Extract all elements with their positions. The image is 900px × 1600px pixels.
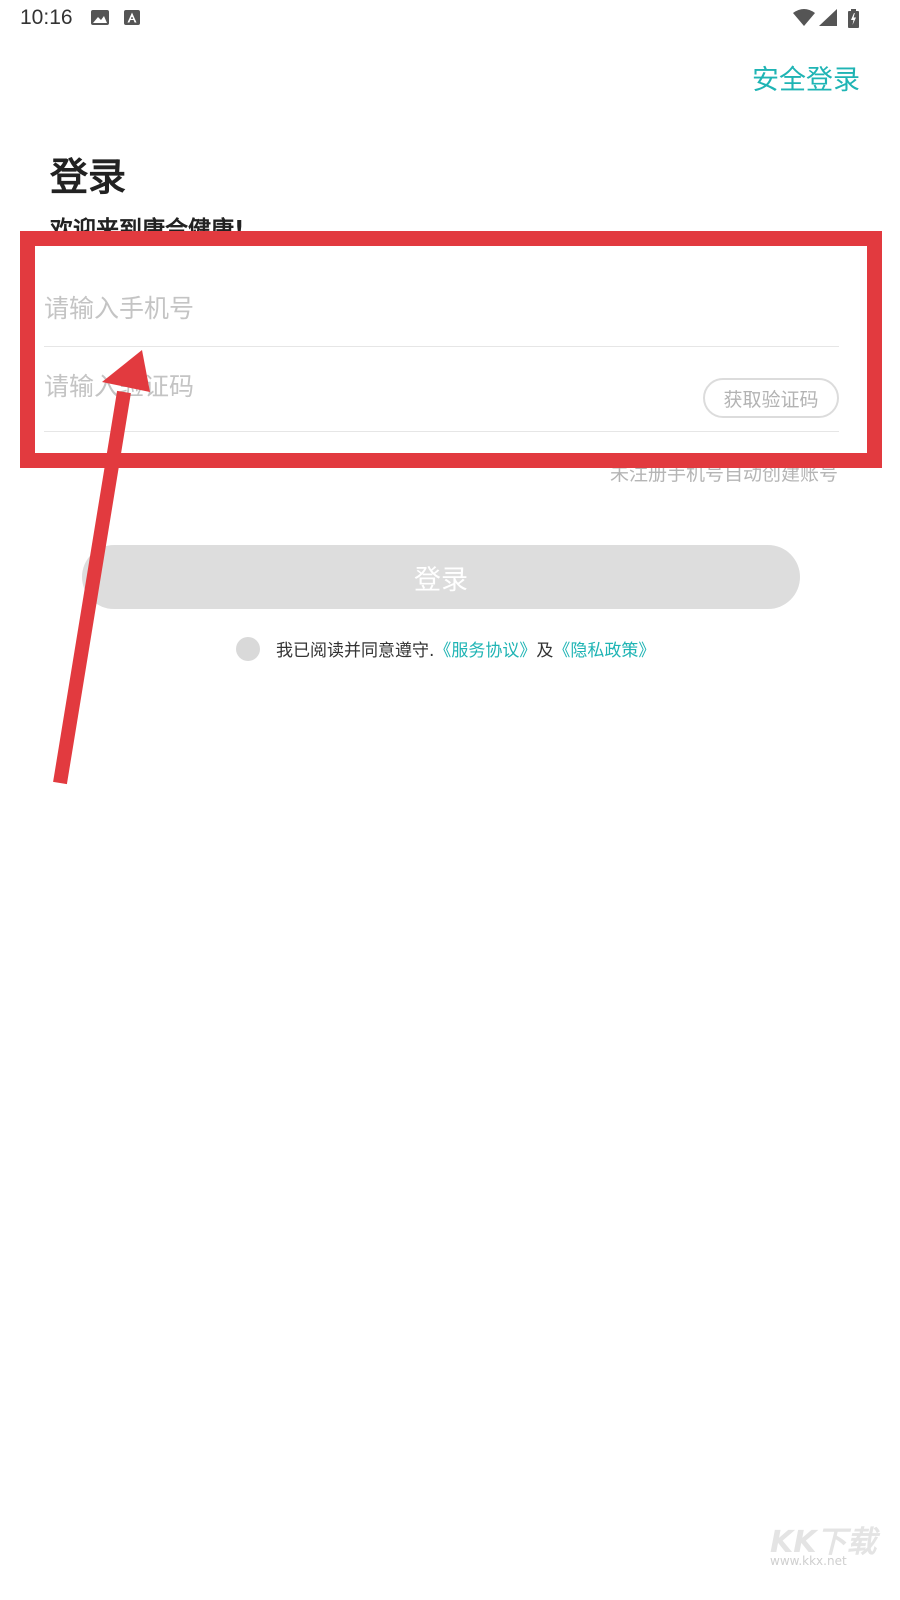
service-agreement-link[interactable]: 《服务协议》 (434, 636, 536, 661)
battery-icon (848, 9, 859, 28)
watermark-url: www.kkx.net (770, 1554, 847, 1568)
wifi-icon (793, 9, 815, 26)
page-title: 登录 (50, 155, 127, 199)
privacy-policy-link[interactable]: 《隐私政策》 (553, 636, 655, 661)
agreement-checkbox[interactable] (236, 636, 260, 661)
agreement-row: 我已阅读并同意遵守. 《服务协议》 及 《隐私政策》 (236, 636, 655, 661)
agreement-prefix: 我已阅读并同意遵守. (276, 641, 435, 661)
login-button[interactable]: 登录 (82, 545, 800, 609)
a-notification-icon (124, 10, 140, 25)
image-icon (91, 10, 109, 25)
signal-icon (819, 9, 837, 26)
secure-login-link[interactable]: 安全登录 (752, 58, 860, 97)
agreement-and: 及 (536, 641, 554, 661)
status-time: 10:16 (20, 6, 73, 29)
highlight-box (20, 231, 882, 468)
